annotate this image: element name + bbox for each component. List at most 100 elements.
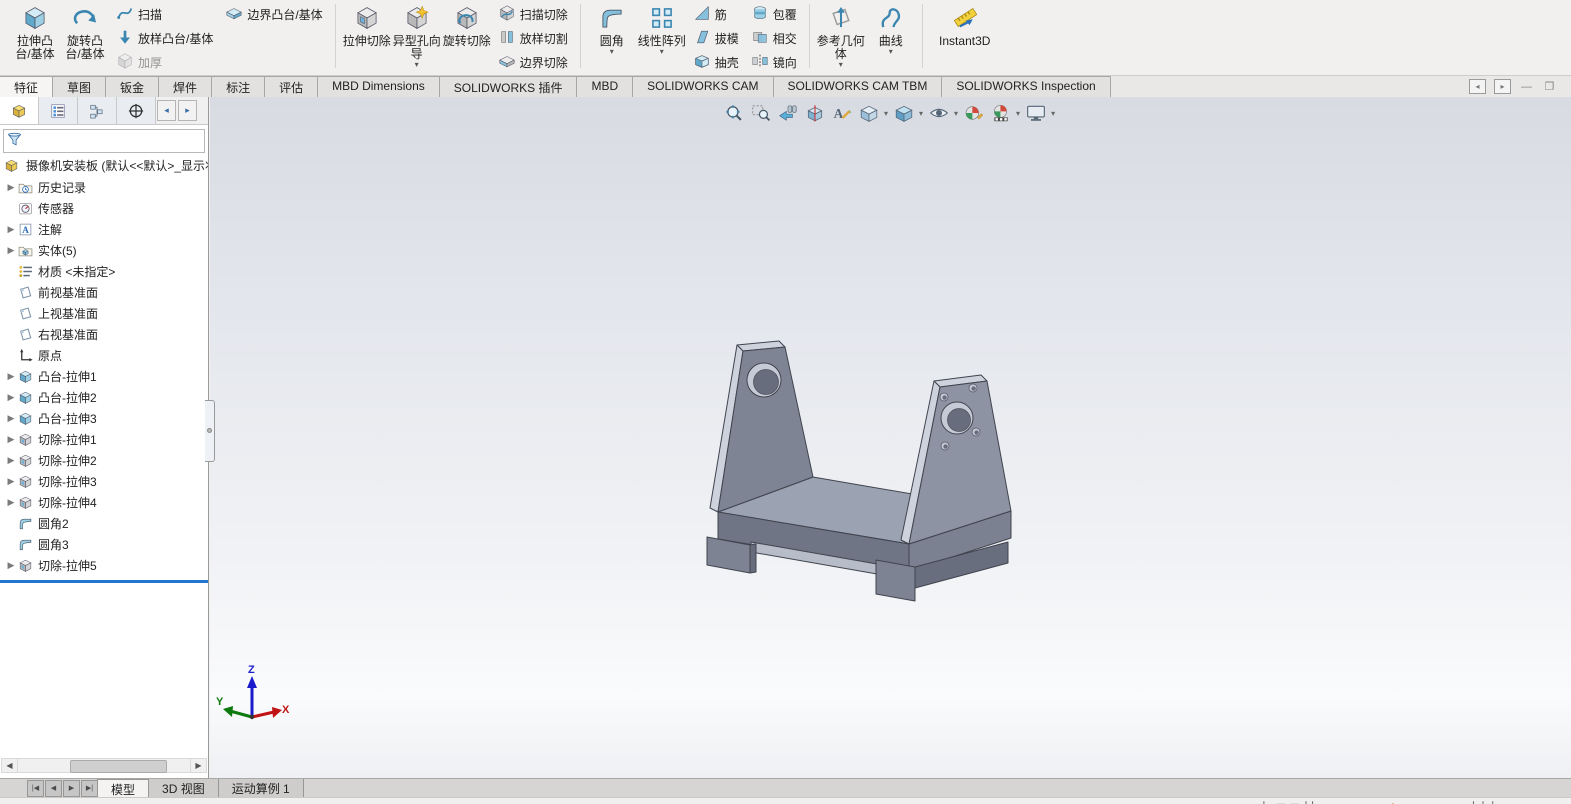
expand-arrow-icon[interactable]: ▶ <box>4 392 18 403</box>
tree-item-凸台-拉伸2[interactable]: ▶ 凸台-拉伸2 <box>0 387 208 408</box>
tree-item-原点[interactable]: 原点 <box>0 345 208 366</box>
bottom-tab-运动算例 1[interactable]: 运动算例 1 <box>217 779 304 797</box>
cut-boundary-button[interactable]: 边界切除 <box>492 50 574 74</box>
tree-item-凸台-拉伸3[interactable]: ▶ 凸台-拉伸3 <box>0 408 208 429</box>
tree-item-实体(5)[interactable]: ▶ 实体(5) <box>0 240 208 261</box>
tree-root-item[interactable]: 摄像机安装板 (默认<<默认>_显示状态 <box>0 155 208 176</box>
revolve-boss-button[interactable]: 旋转凸台/基体 <box>60 2 110 70</box>
curves-button[interactable]: 曲线 ▾ <box>866 2 916 70</box>
previous-tab-button[interactable]: ◀ <box>45 779 62 797</box>
cut-sweep-button[interactable]: 扫描切除 <box>492 2 574 26</box>
tree-item-注解[interactable]: ▶ A 注解 <box>0 219 208 240</box>
panel-tab-scroll-right-arrow[interactable]: ▸ <box>178 100 197 121</box>
panel-horizontal-scrollbar[interactable]: ◀ ▶ <box>1 758 207 773</box>
next-tab-button[interactable]: ▶ <box>63 779 80 797</box>
dropdown-caret-icon[interactable]: ▾ <box>839 61 843 69</box>
expand-arrow-icon[interactable]: ▶ <box>4 245 18 256</box>
panel-tab-configurationmanager[interactable] <box>78 97 117 124</box>
tree-item-切除-拉伸2[interactable]: ▶ 切除-拉伸2 <box>0 450 208 471</box>
rib-button[interactable]: 筋 <box>687 2 745 26</box>
last-tab-button[interactable]: ▶| <box>81 779 98 797</box>
scroll-right-arrow[interactable]: ▶ <box>190 759 206 772</box>
bottom-tab-3D 视图[interactable]: 3D 视图 <box>148 779 219 797</box>
tree-item-切除-拉伸5[interactable]: ▶ 切除-拉伸5 <box>0 555 208 576</box>
expand-arrow-icon[interactable]: ▶ <box>4 476 18 487</box>
expand-arrow-icon[interactable]: ▶ <box>4 560 18 571</box>
expand-arrow-icon[interactable]: ▶ <box>4 413 18 424</box>
tree-item-圆角2[interactable]: 圆角2 <box>0 513 208 534</box>
first-tab-button[interactable]: |◀ <box>27 779 44 797</box>
tree-item-圆角3[interactable]: 圆角3 <box>0 534 208 555</box>
tree-item-切除-拉伸1[interactable]: ▶ 切除-拉伸1 <box>0 429 208 450</box>
reference-geometry-button[interactable]: 参考几何体 ▾ <box>816 2 866 70</box>
rollback-bar[interactable] <box>0 580 208 583</box>
tree-item-前视基准面[interactable]: 前视基准面 <box>0 282 208 303</box>
loft-button[interactable]: 放样凸台/基体 <box>110 26 219 50</box>
expand-arrow-icon[interactable]: ▶ <box>4 497 18 508</box>
mirror-button[interactable]: 镜向 <box>745 50 803 74</box>
hole-wizard-button[interactable]: 异型孔向导 ▾ <box>392 2 442 70</box>
tree-item-材质 <未指定>[interactable]: 材质 <未指定> <box>0 261 208 282</box>
tree-item-label: 切除-拉伸5 <box>38 559 97 573</box>
tree-item-历史记录[interactable]: ▶ 历史记录 <box>0 177 208 198</box>
graphics-viewport[interactable]: A ▾ ▾ ▾ ▾ ▾ Z X Y <box>210 97 1571 778</box>
collapse-left-pane-button[interactable]: ◂ <box>1469 79 1486 94</box>
cut-extrude-button[interactable]: 拉伸切除 <box>342 2 392 70</box>
extrude-boss-button[interactable]: 拉伸凸台/基体 <box>10 2 60 70</box>
dropdown-caret-icon[interactable]: ▾ <box>610 48 614 56</box>
dropdown-caret-icon[interactable]: ▾ <box>660 48 664 56</box>
command-tab-特征[interactable]: 特征 <box>0 76 54 97</box>
command-tab-SOLIDWORKS Inspection[interactable]: SOLIDWORKS Inspection <box>941 76 1111 97</box>
command-tab-焊件[interactable]: 焊件 <box>158 76 213 97</box>
sweep-button[interactable]: 扫描 <box>110 2 219 26</box>
boundary-boss-button[interactable]: 边界凸台/基体 <box>219 2 328 26</box>
expand-arrow-icon[interactable]: ▶ <box>4 371 18 382</box>
command-tab-评估[interactable]: 评估 <box>264 76 319 97</box>
dropdown-caret-icon[interactable]: ▾ <box>415 61 419 69</box>
panel-tab-featuremanager-tree[interactable] <box>0 97 39 124</box>
expand-arrow-icon[interactable]: ▶ <box>4 182 18 193</box>
command-tab-SOLIDWORKS 插件[interactable]: SOLIDWORKS 插件 <box>438 76 578 97</box>
ribbon-item-label: 放样切割 <box>519 31 568 46</box>
panel-splitter-handle[interactable] <box>205 400 215 462</box>
ribbon-item-label: 加厚 <box>138 55 163 70</box>
expand-arrow-icon[interactable]: ▶ <box>4 434 18 445</box>
tree-item-右视基准面[interactable]: 右视基准面 <box>0 324 208 345</box>
command-manager-tabs: 特征 草图 钣金 焊件 标注 评估 MBD Dimensions SOLIDWORKS 插件 M… <box>0 75 1571 97</box>
dropdown-caret-icon[interactable]: ▾ <box>889 48 893 56</box>
command-tab-MBD[interactable]: MBD <box>576 76 634 97</box>
command-tab-标注[interactable]: 标注 <box>211 76 266 97</box>
command-tab-钣金[interactable]: 钣金 <box>105 76 160 97</box>
bottom-tab-模型[interactable]: 模型 <box>97 779 150 797</box>
cut-extrude-icon <box>18 432 35 447</box>
instant3d-button[interactable]: Instant3D <box>929 2 1001 70</box>
intersect-button[interactable]: 相交 <box>745 26 803 50</box>
command-tab-MBD Dimensions[interactable]: MBD Dimensions <box>317 76 440 97</box>
expand-arrow-icon[interactable]: ▶ <box>4 455 18 466</box>
tree-item-切除-拉伸4[interactable]: ▶ 切除-拉伸4 <box>0 492 208 513</box>
command-tab-SOLIDWORKS CAM[interactable]: SOLIDWORKS CAM <box>632 76 774 97</box>
feature-filter-input[interactable] <box>22 131 204 151</box>
minimize-button[interactable]: — <box>1519 80 1534 93</box>
restore-button[interactable]: ❐ <box>1542 80 1557 93</box>
linear-pattern-button[interactable]: 线性阵列 ▾ <box>637 2 687 70</box>
tree-item-切除-拉伸3[interactable]: ▶ 切除-拉伸3 <box>0 471 208 492</box>
tree-item-上视基准面[interactable]: 上视基准面 <box>0 303 208 324</box>
expand-arrow-icon[interactable]: ▶ <box>4 224 18 235</box>
panel-tab-scroll-left-arrow[interactable]: ◂ <box>157 100 176 121</box>
shell-button[interactable]: 抽壳 <box>687 50 745 74</box>
tree-item-凸台-拉伸1[interactable]: ▶ 凸台-拉伸1 <box>0 366 208 387</box>
cut-loft-button[interactable]: 放样切割 <box>492 26 574 50</box>
scroll-left-arrow[interactable]: ◀ <box>2 759 18 772</box>
wrap-button[interactable]: 包覆 <box>745 2 803 26</box>
panel-tab-propertymanager[interactable] <box>39 97 78 124</box>
command-tab-草图[interactable]: 草图 <box>52 76 107 97</box>
tree-item-传感器[interactable]: 传感器 <box>0 198 208 219</box>
cut-revolve-button[interactable]: 旋转切除 <box>442 2 492 70</box>
command-tab-SOLIDWORKS CAM TBM[interactable]: SOLIDWORKS CAM TBM <box>772 76 943 97</box>
fillet-button[interactable]: 圆角 ▾ <box>587 2 637 70</box>
draft-button[interactable]: 拔模 <box>687 26 745 50</box>
scrollbar-thumb[interactable] <box>70 760 167 773</box>
panel-tab-dimxpertmanager[interactable] <box>117 97 156 124</box>
collapse-right-pane-button[interactable]: ▸ <box>1494 79 1511 94</box>
